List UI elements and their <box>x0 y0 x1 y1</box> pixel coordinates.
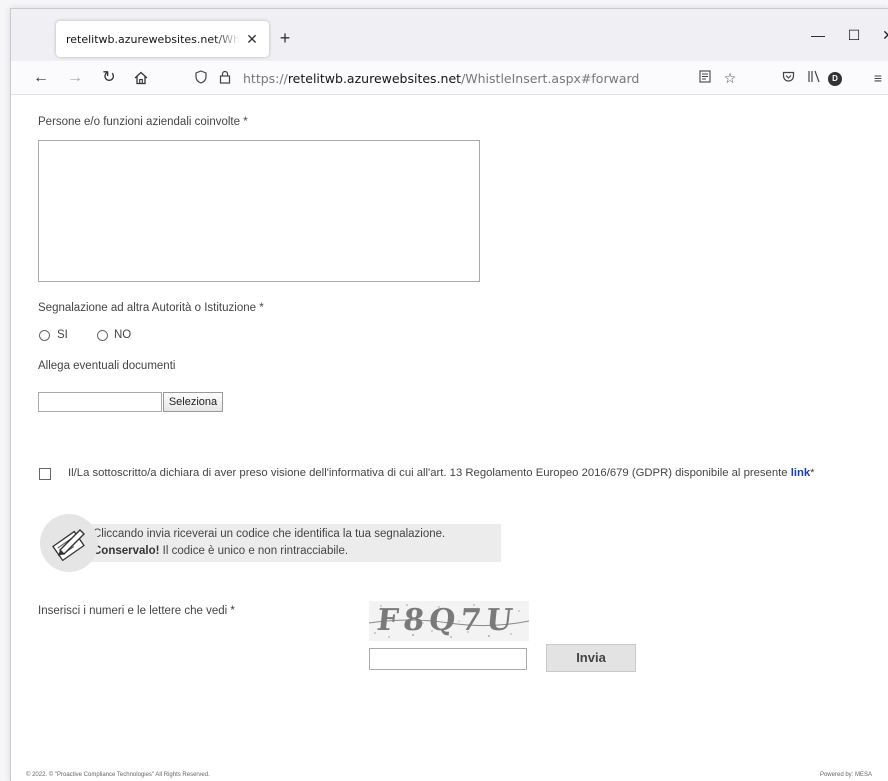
captcha-image: F8Q7U <box>369 601 529 641</box>
window-close-icon[interactable]: ✕ <box>873 23 888 47</box>
captcha-input[interactable] <box>369 648 527 670</box>
new-tab-button[interactable]: + <box>273 27 297 51</box>
allega-label: Allega eventuali documenti <box>38 360 176 372</box>
home-icon[interactable] <box>129 66 153 90</box>
tab-strip: retelitwb.azurewebsites.net/WhistleInser… <box>11 9 888 61</box>
page-content: Persone e/o funzioni aziendali coinvolte… <box>11 96 888 781</box>
info-line-1: Cliccando invia riceverai un codice che … <box>93 528 446 540</box>
reader-icon[interactable] <box>694 66 716 90</box>
gdpr-text: Il/La sottoscritto/a dichiara di aver pr… <box>68 467 791 479</box>
persone-label: Persone e/o funzioni aziendali coinvolte… <box>38 116 248 128</box>
shield-icon[interactable] <box>191 69 211 87</box>
address-bar[interactable]: https://retelitwb.azurewebsites.net/Whis… <box>191 65 726 91</box>
radio-si[interactable] <box>39 330 50 341</box>
tab-title: retelitwb.azurewebsites.net/WhistleInser… <box>66 32 240 46</box>
pen-and-paper-icon <box>52 529 85 562</box>
browser-window: retelitwb.azurewebsites.net/WhistleInser… <box>10 8 888 781</box>
url-path: /WhistleInsert.aspx#forward <box>461 70 640 86</box>
forward-icon[interactable]: → <box>63 66 87 90</box>
captcha-label: Inserisci i numeri e le lettere che vedi… <box>38 605 235 617</box>
info-icon-circle <box>40 514 98 572</box>
pocket-icon[interactable] <box>777 66 799 90</box>
url-scheme: https:// <box>243 70 288 86</box>
reload-icon[interactable]: ↻ <box>97 66 121 90</box>
profile-avatar[interactable]: D <box>828 72 842 86</box>
captcha-text: F8Q7U <box>375 603 520 638</box>
info-bold: Conservalo! <box>93 545 160 557</box>
lock-icon[interactable] <box>215 70 235 87</box>
back-icon[interactable]: ← <box>29 66 53 90</box>
invia-button[interactable]: Invia <box>546 644 636 672</box>
minimize-icon[interactable]: — <box>803 23 833 47</box>
url-host: retelitwb.azurewebsites.net <box>287 70 462 86</box>
maximize-icon[interactable]: ☐ <box>839 23 869 47</box>
info-line-2-rest: Il codice è unico e non rintracciabile. <box>159 545 349 557</box>
info-line-2: Conservalo! Il codice è unico e non rint… <box>93 545 348 557</box>
navigation-bar: ← → ↻ https://retelitwb.azurewebsites.ne… <box>11 61 888 95</box>
url-text: https://retelitwb.azurewebsites.net/Whis… <box>243 71 639 86</box>
radio-si-label: SI <box>57 329 68 341</box>
file-path-field[interactable] <box>38 392 162 412</box>
gdpr-statement: Il/La sottoscritto/a dichiara di aver pr… <box>68 467 815 479</box>
gdpr-checkbox[interactable] <box>39 468 51 480</box>
info-box: Cliccando invia riceverai un codice che … <box>87 524 501 562</box>
radio-no-label: NO <box>114 329 132 341</box>
persone-textarea[interactable] <box>38 140 480 282</box>
gdpr-link[interactable]: link <box>791 467 810 479</box>
gdpr-required-mark: * <box>810 467 815 479</box>
menu-icon[interactable]: ≡ <box>867 66 888 90</box>
seleziona-button[interactable]: Seleziona <box>163 392 223 412</box>
radio-no[interactable] <box>97 330 108 341</box>
segnalazione-label: Segnalazione ad altra Autorità o Istituz… <box>38 302 264 314</box>
library-icon[interactable] <box>803 66 825 90</box>
copyright-text: © 2022. © "Proactive Compliance Technolo… <box>26 772 210 778</box>
star-icon[interactable]: ☆ <box>719 66 741 90</box>
powered-by-text: Powered by: MESA <box>819 772 872 778</box>
close-tab-icon[interactable]: ✕ <box>243 30 261 48</box>
browser-tab[interactable]: retelitwb.azurewebsites.net/WhistleInser… <box>56 21 269 57</box>
